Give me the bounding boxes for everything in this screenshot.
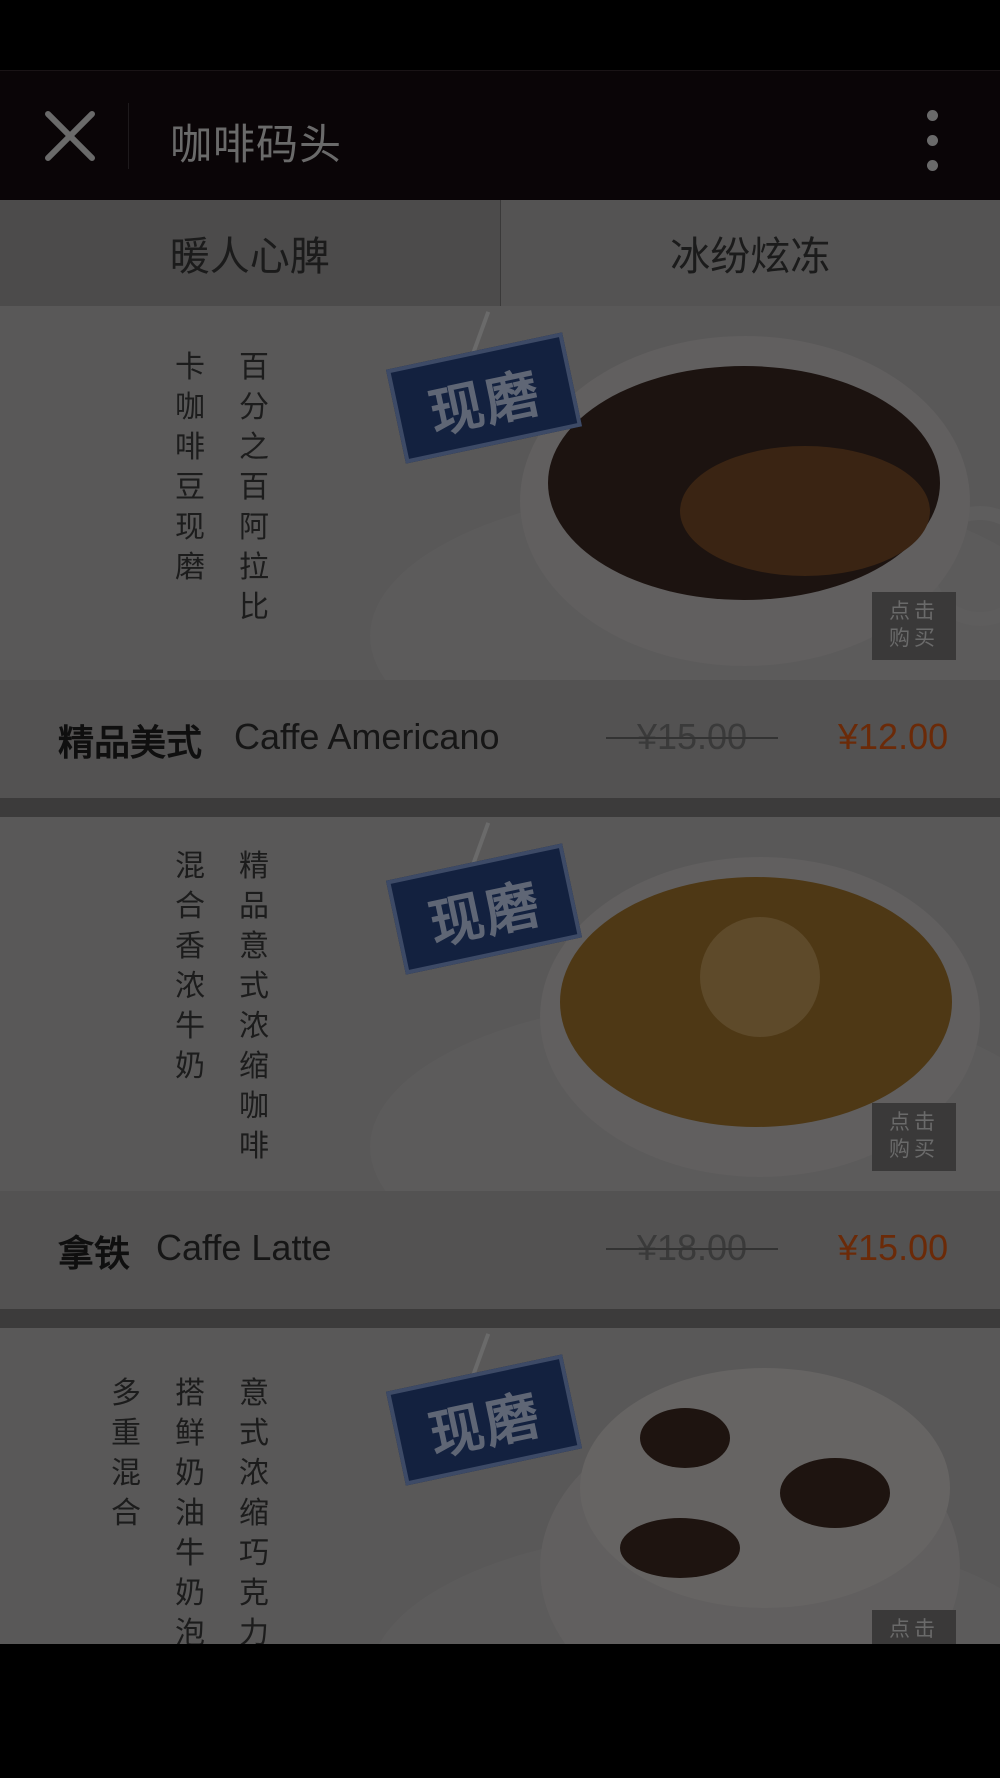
page-title: 咖啡码头 [170,120,343,169]
original-price: ¥18.00 [606,1227,778,1269]
sale-price: ¥12.00 [838,716,949,757]
chocolate-drizzle [640,1408,730,1468]
status-bar [0,0,1000,70]
calligraphy-text: 卡咖啡豆现磨 [175,350,205,585]
product-image[interactable]: 百分之百阿拉比 卡咖啡豆现磨 现磨 点击 购买 [0,306,1000,680]
latte-art [700,917,820,1037]
stamp-badge: 现磨 [385,1354,583,1486]
product-card[interactable]: 意式浓缩巧克力 搭鲜奶油牛奶泡 多重混合 现磨 点击 [0,1328,1000,1644]
chocolate-drizzle [780,1458,890,1528]
product-name-en: Caffe Americano [234,716,500,757]
product-footer: 拿铁 Caffe Latte ¥18.00 ¥15.00 [0,1191,1000,1309]
product-footer: 精品美式 Caffe Americano ¥15.00 ¥12.00 [0,680,1000,798]
product-name-zh: 拿铁 [58,1234,131,1275]
calligraphy-text: 混合香浓牛奶 [175,849,205,1084]
chocolate-drizzle [620,1518,740,1578]
product-image[interactable]: 意式浓缩巧克力 搭鲜奶油牛奶泡 多重混合 现磨 点击 [0,1328,1000,1644]
category-tabs: 暖人心脾 冰纷炫冻 [0,200,1000,306]
calligraphy-text: 搭鲜奶油牛奶泡 [175,1376,205,1644]
product-name-zh: 精品美式 [58,723,203,764]
title-bar: 咖啡码头 [0,70,1000,200]
more-options-button[interactable] [912,96,952,176]
calligraphy-text: 百分之百阿拉比 [239,350,269,625]
tab-iced[interactable]: 冰纷炫冻 [500,200,1000,306]
buy-badge-line: 点击 [889,1617,939,1641]
product-list: 百分之百阿拉比 卡咖啡豆现磨 现磨 点击 购买 精品美式 Caffe Ameri… [0,306,1000,1644]
buy-badge-line: 购买 [889,1137,939,1161]
original-price: ¥15.00 [606,716,778,758]
buy-badge-line: 购买 [889,626,939,650]
sale-price: ¥15.00 [838,1227,949,1268]
product-card[interactable]: 百分之百阿拉比 卡咖啡豆现磨 现磨 点击 购买 精品美式 Caffe Ameri… [0,306,1000,798]
navigation-bar [0,1644,1000,1778]
screen: 咖啡码头 暖人心脾 冰纷炫冻 百分之百阿拉比 卡咖啡豆现磨 现磨 点击 购买 精… [0,0,1000,1778]
close-button[interactable] [30,96,110,176]
product-card[interactable]: 精品意式浓缩咖啡 混合香浓牛奶 现磨 点击 购买 拿铁 Caffe Latte … [0,817,1000,1309]
more-vertical-icon [912,110,952,171]
buy-badge-line: 点击 [889,599,939,623]
close-icon [45,111,95,161]
crema [680,446,930,576]
product-image[interactable]: 精品意式浓缩咖啡 混合香浓牛奶 现磨 点击 购买 [0,817,1000,1191]
tab-warm[interactable]: 暖人心脾 [0,200,501,306]
stamp-badge: 现磨 [385,843,583,975]
whipped-cream [580,1368,950,1608]
buy-badge[interactable]: 点击 购买 [872,1103,956,1171]
calligraphy-text: 意式浓缩巧克力 [239,1376,269,1644]
buy-badge[interactable]: 点击 购买 [872,592,956,660]
calligraphy-text: 精品意式浓缩咖啡 [239,849,269,1164]
buy-badge-line: 点击 [889,1110,939,1134]
product-name-en: Caffe Latte [156,1227,332,1268]
calligraphy-text: 多重混合 [111,1376,141,1531]
title-divider [128,103,129,169]
buy-badge[interactable]: 点击 [872,1610,956,1644]
